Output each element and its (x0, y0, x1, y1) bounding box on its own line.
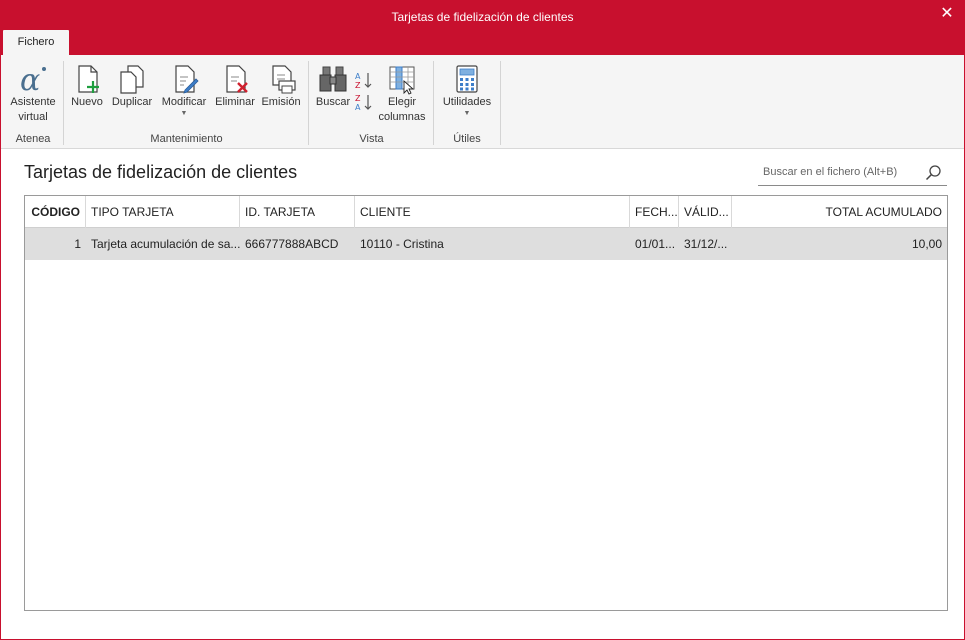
cell-fecha: 01/01... (635, 237, 676, 251)
svg-text:Z: Z (355, 94, 361, 103)
svg-text:Z: Z (355, 81, 361, 89)
modificar-label: Modificar (161, 96, 207, 108)
group-label-mantenimiento: Mantenimiento (150, 133, 223, 145)
group-separator (63, 61, 64, 145)
group-separator (308, 61, 309, 145)
page-title: Tarjetas de fidelización de clientes (24, 162, 298, 182)
search-icon[interactable] (925, 164, 942, 181)
cell-id-tarjeta: 666777888ABCD (245, 237, 339, 251)
grid-header: CÓDIGO TIPO TARJETA ID. TARJETA CLIENTE … (25, 196, 947, 228)
svg-text:A: A (355, 103, 361, 111)
elegir-label-1: Elegir (387, 96, 417, 108)
modificar-button[interactable]: Modificar ▼ (158, 63, 210, 118)
data-grid: CÓDIGO TIPO TARJETA ID. TARJETA CLIENTE … (24, 195, 948, 611)
buscar-button[interactable]: Buscar (314, 63, 352, 110)
utilidades-label: Utilidades (442, 96, 492, 108)
cell-codigo: 1 (74, 237, 81, 251)
search-box (758, 159, 947, 186)
group-separator (500, 61, 501, 145)
asistente-label-1: Asistente (10, 96, 56, 108)
svg-text:α: α (20, 63, 40, 95)
alpha-icon: α (20, 63, 46, 95)
columns-icon (389, 66, 415, 95)
ribbon: α Asistente virtual Atenea Nuevo Duplica… (1, 55, 964, 149)
cell-tipo-tarjeta: Tarjeta acumulación de sa... (91, 237, 240, 251)
table-row[interactable]: 1 Tarjeta acumulación de sa... 666777888… (25, 228, 947, 260)
emision-button[interactable]: Emisión (259, 63, 303, 110)
cell-valido: 31/12/... (684, 237, 728, 251)
chevron-down-icon: ▼ (180, 110, 188, 117)
elegir-label-2: columnas (378, 111, 426, 123)
sort-za-icon: Z A (355, 94, 372, 111)
column-header-id-tarjeta[interactable]: ID. TARJETA (240, 196, 355, 228)
column-header-cliente[interactable]: CLIENTE (355, 196, 630, 228)
search-input[interactable] (758, 159, 918, 185)
nuevo-button[interactable]: Nuevo (69, 63, 105, 110)
svg-text:A: A (355, 72, 361, 81)
group-label-utiles: Útiles (453, 133, 481, 145)
edit-document-icon (175, 65, 199, 94)
sort-ascending-button[interactable]: A Z (353, 71, 375, 89)
eliminar-label: Eliminar (215, 96, 255, 108)
column-header-codigo[interactable]: CÓDIGO (25, 196, 86, 228)
new-document-icon (78, 65, 99, 93)
nuevo-label: Nuevo (71, 96, 103, 108)
tab-fichero[interactable]: Fichero (3, 30, 69, 55)
column-header-total-acumulado[interactable]: TOTAL ACUMULADO (732, 196, 947, 228)
cell-total-acumulado: 10,00 (911, 237, 942, 251)
duplicate-icon (120, 65, 144, 94)
group-label-atenea: Atenea (15, 133, 51, 145)
close-button[interactable]: ✕ (938, 5, 956, 23)
column-header-valido[interactable]: VÁLID... (679, 196, 732, 228)
duplicar-button[interactable]: Duplicar (108, 63, 156, 110)
group-label-vista: Vista (359, 133, 384, 145)
column-header-fecha[interactable]: FECH... (630, 196, 679, 228)
utilidades-button[interactable]: Utilidades ▼ (439, 63, 495, 118)
printer-icon (272, 65, 296, 94)
window-title: Tarjetas de fidelización de clientes (391, 10, 574, 24)
sort-az-icon: A Z (355, 72, 372, 89)
duplicar-label: Duplicar (111, 96, 153, 108)
binoculars-icon (319, 66, 347, 92)
eliminar-button[interactable]: Eliminar (212, 63, 258, 110)
calculator-icon (456, 65, 478, 93)
buscar-label: Buscar (315, 96, 351, 108)
column-header-tipo-tarjeta[interactable]: TIPO TARJETA (86, 196, 240, 228)
cell-cliente: 10110 - Cristina (360, 237, 444, 251)
emision-label: Emisión (261, 96, 301, 108)
asistente-label-2: virtual (18, 111, 48, 123)
app-window: Tarjetas de fidelización de clientes ✕ F… (0, 0, 965, 640)
title-bar: Tarjetas de fidelización de clientes ✕ F… (1, 1, 964, 55)
delete-document-icon (226, 65, 248, 93)
chevron-down-icon: ▼ (463, 110, 471, 117)
sort-descending-button[interactable]: Z A (353, 93, 375, 111)
elegir-columnas-button[interactable]: Elegir columnas (375, 63, 429, 125)
asistente-virtual-button[interactable]: α Asistente virtual (7, 63, 59, 125)
group-separator (433, 61, 434, 145)
